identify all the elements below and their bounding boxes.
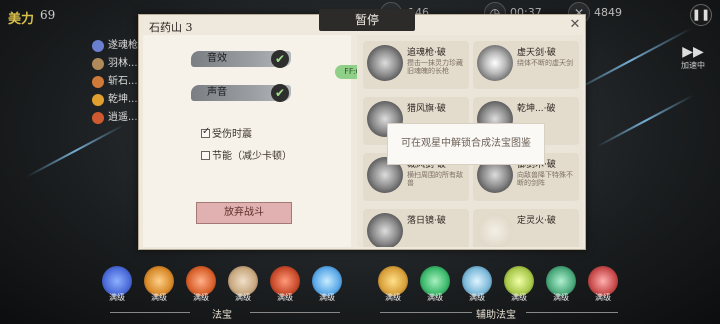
treasure-desc: 向敌兽降下特殊不断的剑阵 [517,171,573,187]
level-label: 美力 [8,12,35,27]
sword-icon [477,45,513,81]
buff-icon [92,111,104,124]
skill-slot[interactable]: 满级 [460,266,494,304]
option-label: 受伤时震 [212,129,252,140]
skill-slot[interactable]: 满级 [226,266,260,304]
buff-label: 羽林... [108,58,138,69]
level-name: 石药山 3 [149,21,193,34]
buff-icon [92,93,104,106]
checkbox[interactable] [201,151,210,160]
skill-level: 满级 [553,293,569,302]
skill-slot[interactable]: 满级 [184,266,218,304]
power-save-option[interactable]: 节能（减少卡顿） [201,147,292,162]
divider [250,312,340,313]
skill-level: 满级 [151,293,167,302]
buff-item: 羽林... [92,54,138,70]
treasure-name: 落日镜·破 [407,216,446,226]
accelerate-label: 加速中 [681,61,705,70]
treasure-card[interactable]: 追魂枪·破 攒击一抹灵力珍藏旧魂魄的长枪 [363,41,469,89]
treasure-name: 猎风旗·破 [407,104,446,114]
skill-slot[interactable]: 满级 [142,266,176,304]
divider [380,312,472,313]
pause-button[interactable]: ❚❚ [690,4,712,26]
pause-dialog: 暂停 石药山 3 ✕ 音效 ✔ 声音 ✔ 受伤时震 节能（减少卡顿） 放弃战斗 … [138,9,586,250]
skill-level: 满级 [469,293,485,302]
buff-item: 遂魂枪 [92,36,138,52]
toggle-label: 音效 [207,53,227,64]
settings-pane: 音效 ✔ 声音 ✔ 受伤时震 节能（减少卡顿） 放弃战斗 FF:66 [143,35,375,247]
skill-level: 满级 [385,293,401,302]
skill-slot[interactable]: 满级 [418,266,452,304]
buff-label: 斩石... [108,76,138,87]
skill-slot[interactable]: 满级 [268,266,302,304]
option-label: 节能（减少卡顿） [212,151,292,162]
level-display: 美力 69 [4,4,64,27]
check-icon[interactable]: ✔ [271,50,289,68]
skill-slot[interactable]: 满级 [586,266,620,304]
skill-level: 满级 [319,293,335,302]
level-value: 69 [40,8,56,22]
check-icon[interactable]: ✔ [271,84,289,102]
treasure-desc: 横扫周围的所有敌兽 [407,171,463,187]
skill-level: 满级 [235,293,251,302]
skill-level: 满级 [109,293,125,302]
hint-tooltip: 可在观星中解锁合成法宝图鉴 [387,123,545,165]
dialog-title: 暂停 [319,9,415,31]
skill-level: 满级 [427,293,443,302]
skill-level: 满级 [595,293,611,302]
main-treasure-label: 法宝 [212,310,232,321]
skill-level: 满级 [277,293,293,302]
treasure-name: 乾坤...·破 [517,104,556,114]
buff-icon [92,75,104,88]
mirror-icon [367,213,403,247]
divider [110,312,190,313]
buff-item: 逍遥... [92,108,138,124]
treasure-name: 定灵火·破 [517,216,556,226]
kills-value: 4849 [594,6,622,19]
treasure-name: 虚天剑·破 [517,48,556,58]
close-icon[interactable]: ✕ [567,17,583,33]
buff-label: 逍遥... [108,112,138,123]
buff-icon [92,57,104,70]
skill-slot[interactable]: 满级 [100,266,134,304]
buff-label: 遂魂枪 [108,40,138,51]
buff-icon [92,39,104,52]
treasure-card[interactable]: 定灵火·破 [473,209,579,247]
fast-forward-icon: ▶▶ [682,44,704,60]
treasure-desc: 攒击一抹灵力珍藏旧魂魄的长枪 [407,59,463,75]
treasure-name: 追魂枪·破 [407,48,446,58]
accelerate-button[interactable]: ▶▶ 加速中 [678,44,708,84]
buff-label: 乾坤... [108,94,138,105]
checkbox[interactable] [201,126,210,138]
divider [526,312,618,313]
skill-level: 满级 [511,293,527,302]
toggle-label: 声音 [207,87,227,98]
treasure-card[interactable]: 落日镜·破 [363,209,469,247]
skill-slot[interactable]: 满级 [310,266,344,304]
buff-item: 斩石... [92,72,138,88]
treasure-card[interactable]: 虚天剑·破 绕体不断的虚天剑 [473,41,579,89]
pause-icon: ❚❚ [691,8,711,21]
skill-slot[interactable]: 满级 [502,266,536,304]
skill-slot[interactable]: 满级 [376,266,410,304]
skill-level: 满级 [193,293,209,302]
buff-item: 乾坤... [92,90,138,106]
fire-icon [477,213,513,247]
vibrate-option[interactable]: 受伤时震 [201,125,252,140]
quit-battle-button[interactable]: 放弃战斗 [196,202,292,224]
spear-icon [367,45,403,81]
aux-treasure-label: 辅助法宝 [476,310,516,321]
treasure-desc: 绕体不断的虚天剑 [517,59,573,67]
skill-slot[interactable]: 满级 [544,266,578,304]
